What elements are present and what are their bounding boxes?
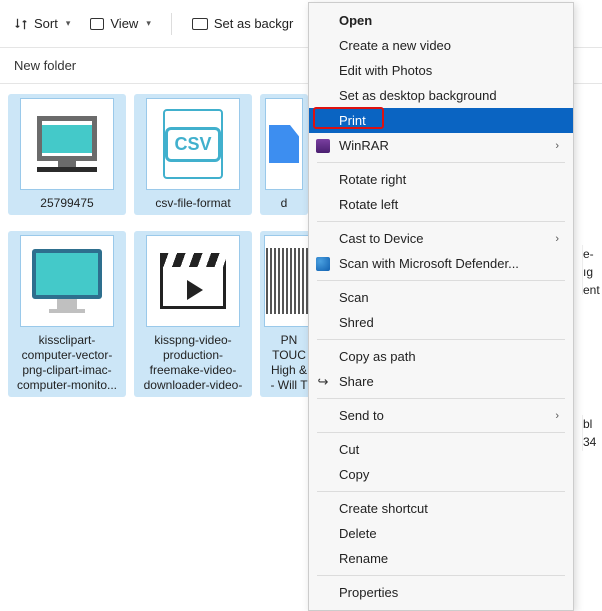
csv-file-icon: CSV (163, 109, 223, 179)
menu-set-desktop-background[interactable]: Set as desktop background (309, 83, 573, 108)
menu-separator (317, 221, 565, 222)
file-name: PN TOUC High & - Will T (268, 333, 309, 393)
context-menu: Open Create a new video Edit with Photos… (308, 2, 574, 611)
menu-scan[interactable]: Scan (309, 285, 573, 310)
menu-separator (317, 162, 565, 163)
thumbnail: CSV (146, 98, 240, 190)
menu-separator (317, 280, 565, 281)
chevron-right-icon: › (555, 140, 559, 152)
menu-separator (317, 575, 565, 576)
monitor-icon (37, 116, 97, 161)
file-item[interactable]: kisspng-video-production-freemake-video-… (134, 231, 252, 397)
thumbnail (20, 235, 114, 327)
file-item[interactable]: kissclipart-computer-vector-png-clipart-… (8, 231, 126, 397)
partial-item: e- ıg ent (582, 245, 602, 295)
menu-delete[interactable]: Delete (309, 521, 573, 546)
background-icon (192, 18, 208, 30)
menu-share[interactable]: ↪Share (309, 369, 573, 394)
menu-copy-as-path[interactable]: Copy as path (309, 344, 573, 369)
view-icon (90, 18, 104, 30)
menu-scan-defender[interactable]: Scan with Microsoft Defender... (309, 251, 573, 276)
tag-icon (269, 125, 299, 163)
menu-separator (317, 491, 565, 492)
thumbnail (146, 235, 240, 327)
menu-copy[interactable]: Copy (309, 462, 573, 487)
menu-shred[interactable]: Shred (309, 310, 573, 335)
sort-label: Sort (34, 16, 58, 31)
thumbnail (265, 98, 303, 190)
menu-print[interactable]: Print (309, 108, 573, 133)
menu-separator (317, 398, 565, 399)
menu-winrar[interactable]: WinRAR› (309, 133, 573, 158)
file-item[interactable]: 25799475 (8, 94, 126, 215)
view-label: View (110, 16, 138, 31)
menu-rotate-right[interactable]: Rotate right (309, 167, 573, 192)
setbg-label: Set as backgr (214, 16, 294, 31)
thumbnail (20, 98, 114, 190)
chevron-down-icon: ▾ (66, 18, 71, 29)
set-background-button[interactable]: Set as backgr (192, 16, 294, 31)
file-item[interactable]: CSV csv-file-format (134, 94, 252, 215)
chevron-right-icon: › (555, 233, 559, 245)
file-name: 25799475 (38, 196, 95, 211)
menu-cut[interactable]: Cut (309, 437, 573, 462)
thumbnail (264, 235, 314, 327)
menu-separator (317, 339, 565, 340)
menu-properties[interactable]: Properties (309, 580, 573, 605)
sort-icon (14, 17, 28, 31)
file-name: kissclipart-computer-vector-png-clipart-… (12, 333, 122, 393)
menu-create-new-video[interactable]: Create a new video (309, 33, 573, 58)
menu-rename[interactable]: Rename (309, 546, 573, 571)
partial-item: bl 34 (582, 415, 602, 451)
file-name: d (279, 196, 290, 211)
menu-rotate-left[interactable]: Rotate left (309, 192, 573, 217)
sort-button[interactable]: Sort ▾ (14, 16, 70, 31)
share-icon: ↪ (315, 374, 331, 390)
divider (171, 13, 172, 35)
file-item[interactable]: d (260, 94, 308, 215)
chevron-right-icon: › (555, 410, 559, 422)
menu-separator (317, 432, 565, 433)
menu-send-to[interactable]: Send to› (309, 403, 573, 428)
menu-open[interactable]: Open (309, 8, 573, 33)
file-name: csv-file-format (153, 196, 232, 211)
menu-create-shortcut[interactable]: Create shortcut (309, 496, 573, 521)
imac-icon (32, 249, 102, 299)
chevron-down-icon: ▾ (146, 18, 151, 29)
menu-edit-with-photos[interactable]: Edit with Photos (309, 58, 573, 83)
winrar-icon (315, 138, 331, 154)
defender-icon (315, 256, 331, 272)
barcode-icon (266, 248, 312, 314)
clapperboard-icon (160, 253, 226, 309)
view-button[interactable]: View ▾ (90, 16, 150, 31)
file-name: kisspng-video-production-freemake-video-… (138, 333, 248, 393)
menu-cast-to-device[interactable]: Cast to Device› (309, 226, 573, 251)
